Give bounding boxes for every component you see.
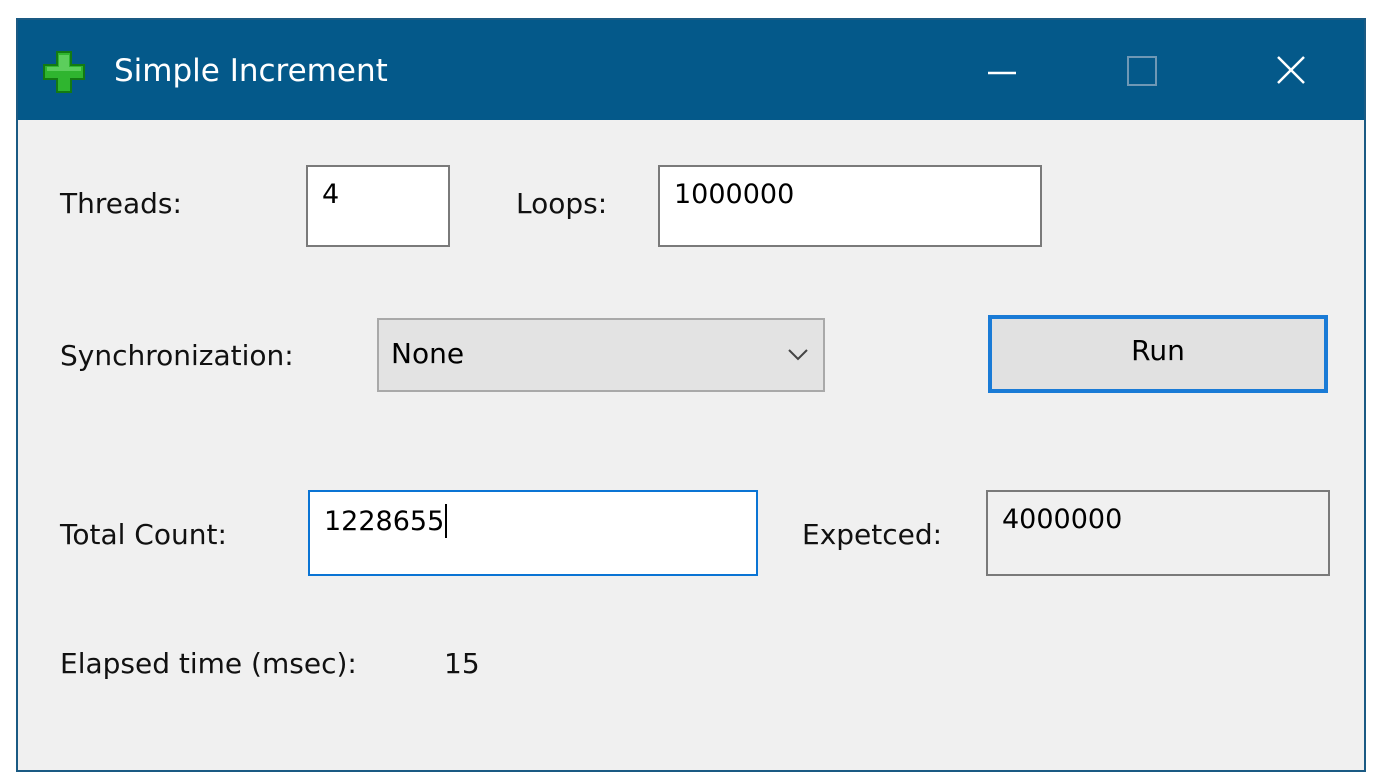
close-icon: [1277, 56, 1305, 84]
elapsed-time-value: 15: [444, 647, 480, 680]
total-count-label: Total Count:: [60, 518, 227, 551]
minimize-icon: [988, 71, 1016, 75]
close-button[interactable]: [1222, 20, 1358, 120]
window-title: Simple Increment: [114, 53, 388, 89]
text-caret: [445, 504, 448, 538]
app-window: Simple Increment Threads: 4 Loops: 10000…: [16, 18, 1366, 772]
elapsed-time-label: Elapsed time (msec):: [60, 647, 357, 680]
synchronization-selected-value: None: [391, 337, 465, 370]
threads-label: Threads:: [60, 187, 182, 220]
maximize-button[interactable]: [1082, 20, 1218, 120]
synchronization-label: Synchronization:: [60, 339, 294, 372]
green-plus-icon: [43, 51, 85, 93]
maximize-icon: [1127, 56, 1157, 86]
loops-label: Loops:: [516, 187, 608, 220]
expected-output[interactable]: 4000000: [986, 490, 1330, 576]
expected-value: 4000000: [1002, 504, 1123, 535]
threads-input[interactable]: 4: [306, 165, 450, 247]
chevron-down-icon: [788, 349, 808, 361]
loops-input[interactable]: 1000000: [658, 165, 1042, 247]
loops-value: 1000000: [674, 179, 795, 210]
synchronization-select[interactable]: None: [377, 318, 825, 392]
minimize-button[interactable]: [934, 20, 1070, 120]
expected-label: Expetced:: [802, 518, 943, 551]
total-count-value: 1228655: [324, 506, 445, 537]
run-button[interactable]: Run: [988, 315, 1328, 393]
threads-value: 4: [322, 179, 340, 210]
title-bar[interactable]: Simple Increment: [18, 20, 1364, 120]
total-count-input[interactable]: 1228655: [308, 490, 758, 576]
